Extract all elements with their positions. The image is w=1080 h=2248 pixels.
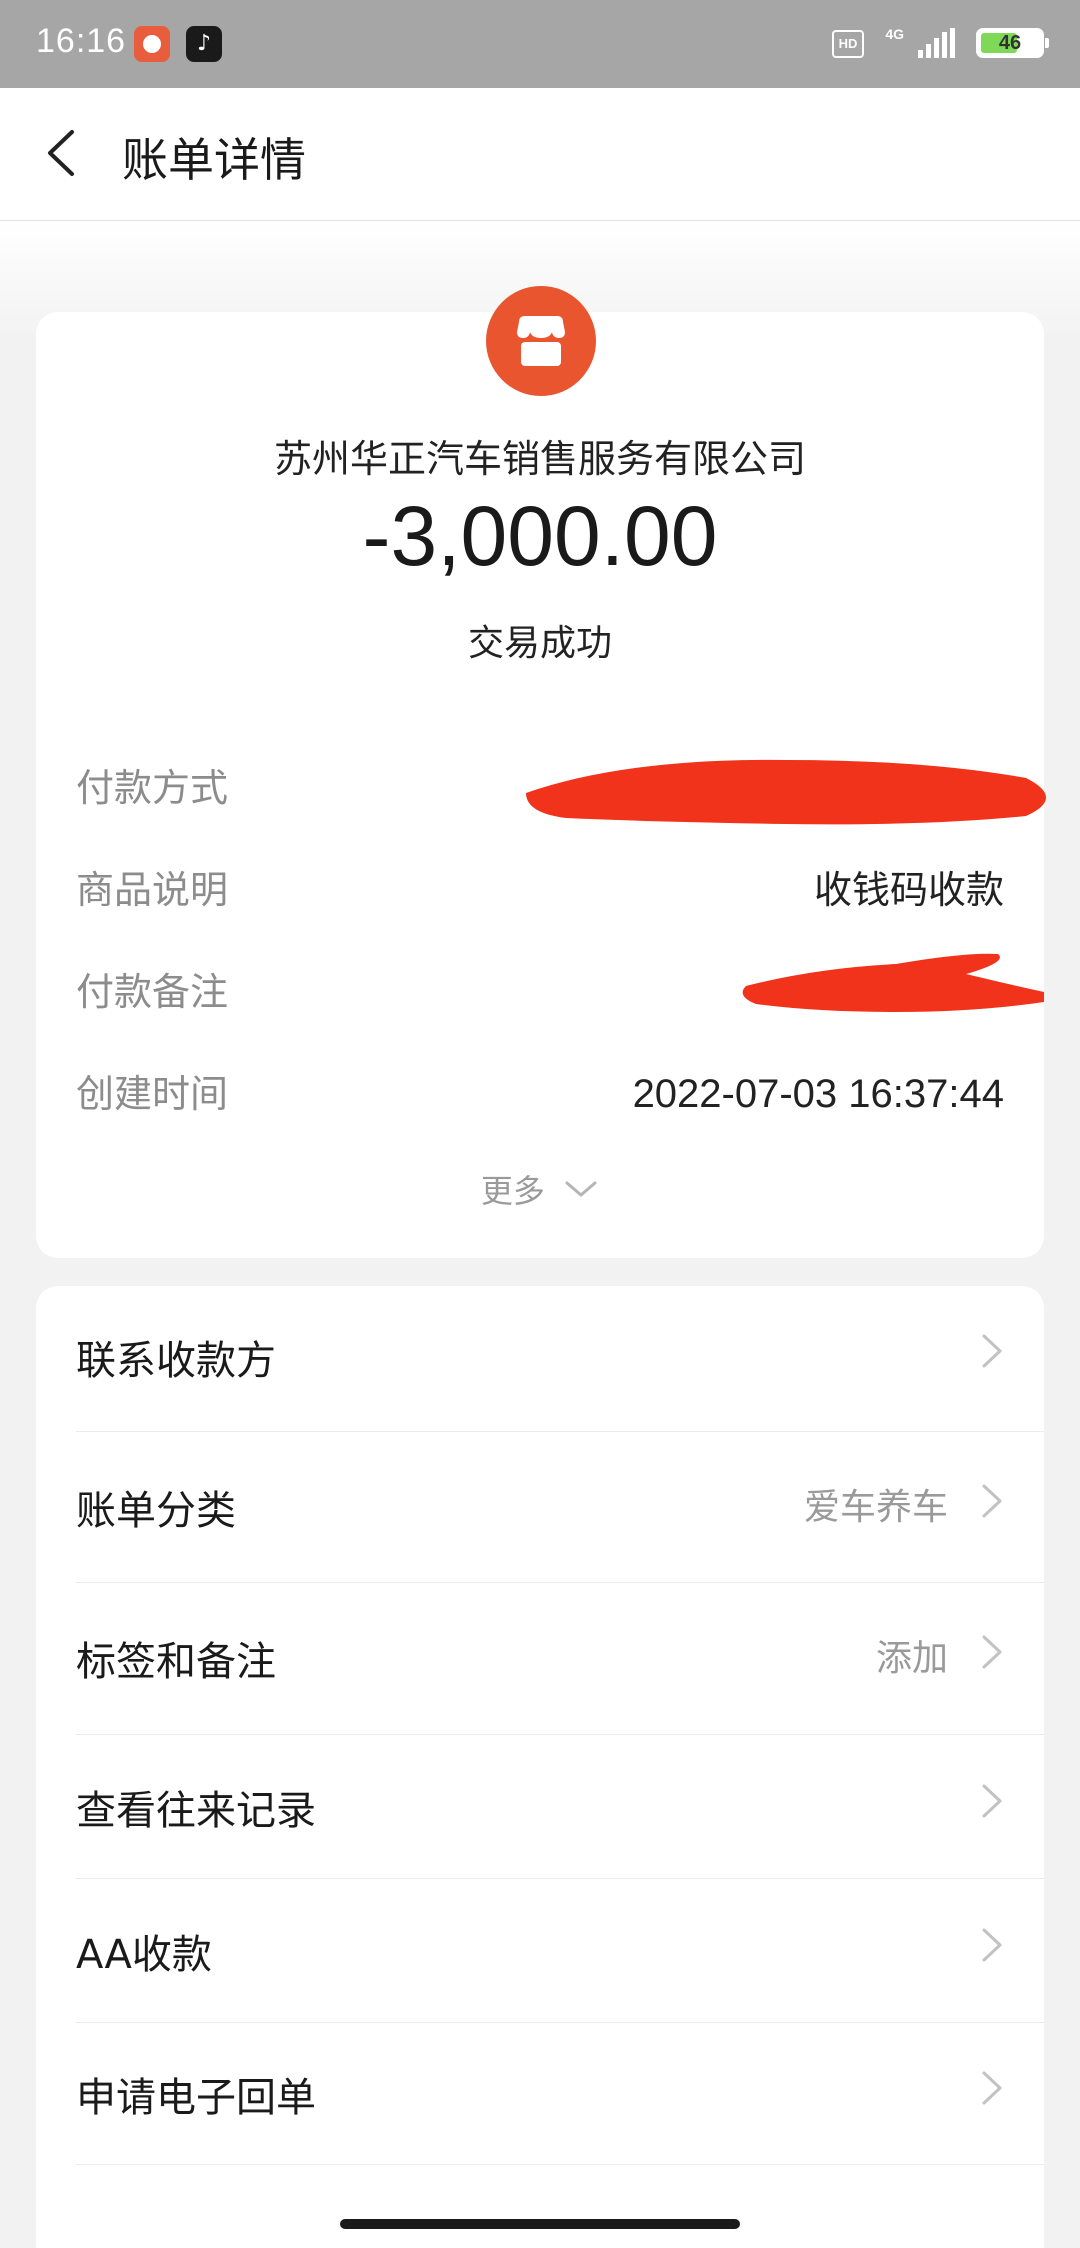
bill-summary-card: 苏州华正汽车销售服务有限公司 -3,000.00 交易成功 付款方式 商品说明 … [36,286,1046,1258]
header-bar: 账单详情 [0,88,1080,221]
action-value: 爱车养车 [803,1487,948,1528]
divider [76,1582,1044,1583]
action-label: 查看往来记录 [76,1788,316,1834]
merchant-name: 苏州华正汽车销售服务有限公司 [273,437,806,481]
chevron-right-icon [982,2071,1002,2105]
action-e-receipt[interactable]: 申请电子回单 [36,2065,1044,2125]
transaction-status: 交易成功 [467,623,612,664]
more-label: 更多 [480,1172,545,1210]
detail-label: 创建时间 [76,1072,229,1116]
detail-value: 2022-07-03 16:37:44 [632,1072,1004,1116]
battery-percent: 46 [998,32,1022,54]
detail-row-product-description: 商品说明 收钱码收款 [76,860,1004,920]
status-time: 16:16 [36,22,127,60]
back-arrow-icon[interactable] [30,118,100,188]
page-title: 账单详情 [122,133,306,187]
action-label: 联系收款方 [76,1338,276,1384]
detail-row-created-time: 创建时间 2022-07-03 16:37:44 [76,1064,1004,1124]
action-contact-payee[interactable]: 联系收款方 [36,1328,1044,1388]
action-label: AA收款 [76,1932,212,1978]
detail-label: 商品说明 [76,868,229,912]
action-value: 添加 [875,1638,948,1679]
home-indicator[interactable] [340,2219,740,2229]
divider [76,2164,1044,2165]
chevron-right-icon [982,1784,1002,1818]
tiktok-icon: ♪ [186,26,222,62]
status-indicators: HD 4G 46 [784,26,1049,62]
chevron-right-icon [982,1635,1002,1669]
divider [76,1431,1044,1432]
detail-label: 付款备注 [76,970,229,1014]
actions-card: 联系收款方 账单分类 爱车养车 标签和备注 添加 查看往来记录 AA收款 申请电… [36,1286,1044,2248]
merchant-logo [486,286,596,396]
divider [76,1734,1044,1735]
action-tags-notes[interactable]: 标签和备注 添加 [36,1629,1044,1689]
notification-app-icon [134,26,170,62]
action-label: 账单分类 [76,1488,236,1534]
network-type: 4G [885,26,904,42]
battery-icon: 46 [976,28,1049,58]
hd-icon: HD [832,30,864,58]
more-toggle[interactable]: 更多 [36,1166,1044,1216]
detail-label: 付款方式 [76,766,229,810]
divider [76,1878,1044,1879]
chevron-right-icon [982,1334,1002,1368]
action-bill-category[interactable]: 账单分类 爱车养车 [36,1478,1044,1538]
shop-icon [517,316,565,366]
detail-value: 收钱码收款 [813,868,1004,912]
action-view-history[interactable]: 查看往来记录 [36,1778,1044,1838]
action-label: 申请电子回单 [76,2075,316,2121]
chevron-down-icon [565,1181,597,1197]
signal-icon [918,28,955,58]
chevron-right-icon [982,1928,1002,1962]
transaction-amount: -3,000.00 [362,489,718,583]
redaction-mark [742,953,1044,1012]
divider [76,2022,1044,2023]
action-aa-collect[interactable]: AA收款 [36,1922,1044,1982]
chevron-right-icon [982,1484,1002,1518]
action-label: 标签和备注 [76,1639,276,1685]
redaction-mark [526,759,1046,825]
status-bar: 16:16 ♪ HD 4G 46 [0,0,1080,88]
